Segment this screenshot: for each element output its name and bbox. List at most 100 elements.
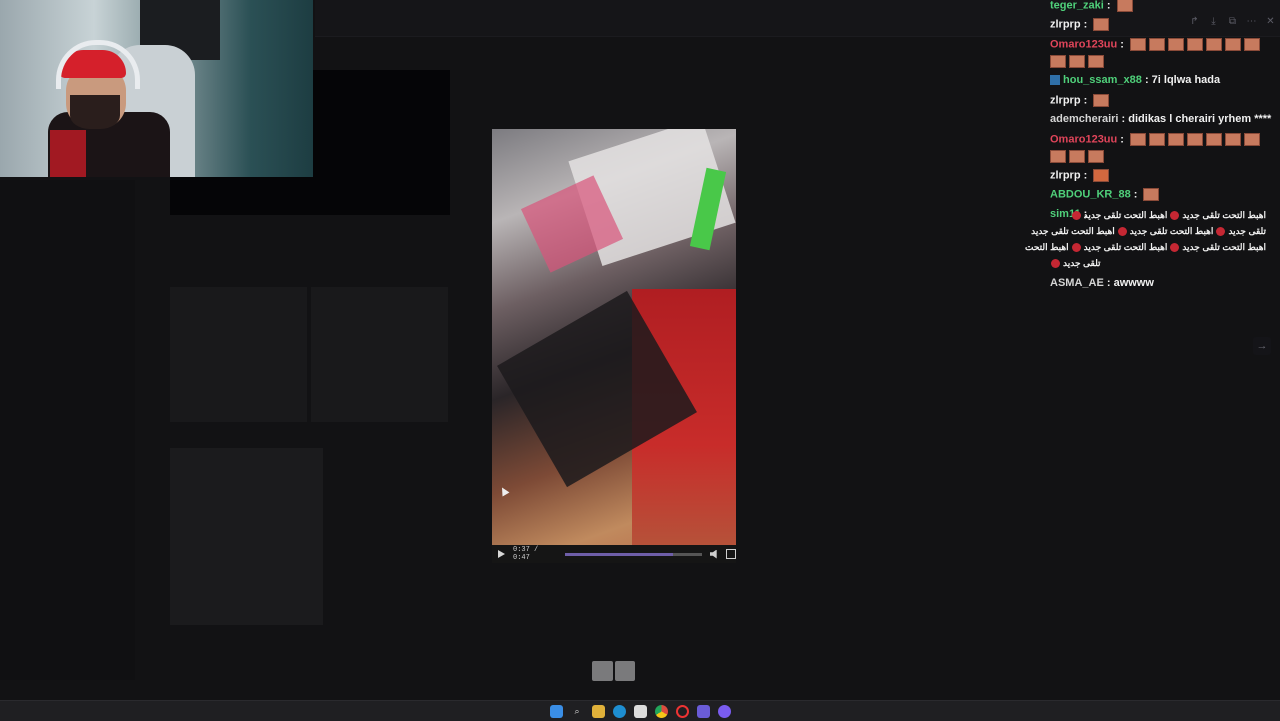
chat-message: ASMA_AE : awwww — [1050, 277, 1154, 289]
emote-icon — [1050, 55, 1066, 68]
rose-icon — [1170, 211, 1180, 221]
chat-message: hou_ssam_x88 : 7i lqlwa hada — [1050, 74, 1220, 86]
rose-icon — [1216, 227, 1226, 237]
chat-username: zlrprp — [1050, 94, 1081, 107]
chat-username: teger_zaki — [1050, 0, 1104, 12]
chat-message: zlrprp : — [1050, 169, 1110, 182]
download-icon[interactable]: ⤓ — [1208, 16, 1219, 27]
volume-icon[interactable] — [709, 549, 717, 559]
play-icon[interactable] — [498, 550, 505, 558]
chat-text: اهبط التحت — [1025, 242, 1069, 252]
rose-icon — [1051, 259, 1060, 269]
chat-text: اهبط التحت تلقى جديد — [1083, 210, 1168, 220]
emote-icon — [1088, 55, 1104, 68]
chat-overlay: teger_zaki : zlrprp : Omaro123uu : hou_s… — [1025, 0, 1280, 300]
emote-icon — [1225, 133, 1242, 146]
emote-icon — [1168, 133, 1185, 146]
media-viewer-toolbar: ↱ ⤓ ⧉ ⋯ ✕ — [1172, 12, 1276, 30]
emote-icon — [1143, 188, 1160, 201]
webcam-overlay — [0, 0, 313, 177]
store-icon[interactable] — [633, 704, 647, 718]
chrome-icon[interactable] — [654, 704, 668, 718]
chat-text: اهبط التحت تلقى جديد — [1083, 242, 1168, 252]
open-external-icon[interactable]: ⧉ — [1227, 16, 1238, 27]
file-explorer-icon[interactable] — [591, 704, 605, 718]
emote-icon — [1093, 94, 1110, 107]
emote-icon — [1050, 150, 1066, 163]
emote-icon — [1149, 133, 1166, 146]
chat-message: zlrprp : — [1050, 18, 1110, 31]
chat-username: zlrprp — [1050, 18, 1081, 31]
chat-text: اهبط التحت تلقى جديد — [1129, 226, 1214, 236]
emote-icon — [1149, 38, 1166, 51]
emote-icon — [1187, 38, 1204, 51]
chat-username: ASMA_AE — [1050, 277, 1104, 289]
chat-text: اهبط التحت تلقى جديد — [1031, 226, 1115, 236]
chat-username: hou_ssam_x88 — [1063, 74, 1142, 86]
discord-icon[interactable] — [696, 704, 710, 718]
opera-icon[interactable] — [675, 704, 689, 718]
chat-message: Omaro123uu : — [1050, 38, 1261, 51]
chat-message-continuation — [1050, 55, 1104, 68]
emote-icon — [1093, 18, 1110, 31]
share-icon[interactable]: ↱ — [1189, 16, 1200, 27]
attachment-thumbnail[interactable] — [614, 661, 635, 681]
background-thumbnail — [170, 287, 307, 422]
attachment-thumbnails[interactable] — [592, 661, 635, 681]
emote-icon — [1093, 169, 1110, 182]
chat-message-continuation — [1050, 150, 1104, 163]
attachment-thumbnail[interactable] — [592, 661, 613, 681]
messenger-icon[interactable] — [717, 704, 731, 718]
chat-text: اهبط التحت تلقى جديد — [1182, 242, 1266, 252]
chat-message: zlrprp : — [1050, 94, 1110, 107]
emote-icon — [1244, 38, 1261, 51]
video-progress-bar[interactable] — [564, 552, 702, 556]
chat-username: ABDOU_KR_88 — [1050, 188, 1131, 201]
chat-rtl-line: تلقى جديد — [1048, 258, 1101, 269]
video-controls: 0:37 / 0:47 — [492, 545, 737, 563]
emote-icon — [1130, 133, 1147, 146]
chat-text: اهبط التحت تلقى جديد — [1182, 210, 1266, 220]
chat-text: didikas l cherairi yrhem **** — [1128, 113, 1272, 125]
chat-text: تلقى جديد — [1228, 226, 1266, 236]
emote-icon — [1206, 133, 1223, 146]
chat-text: awwww — [1113, 277, 1154, 289]
background-thumbnail — [311, 287, 448, 422]
emote-icon — [1206, 38, 1223, 51]
subscriber-badge-icon — [1050, 75, 1060, 86]
emote-icon — [1130, 38, 1147, 51]
chat-message: ABDOU_KR_88 : — [1050, 188, 1160, 201]
emote-icon — [1069, 150, 1085, 163]
next-arrow-icon[interactable]: → — [1253, 337, 1271, 355]
chat-username: Omaro123uu — [1050, 133, 1118, 146]
emote-icon — [1244, 133, 1261, 146]
rose-icon — [1071, 211, 1081, 221]
chat-rtl-line: اهبط التحت تلقى جديد اهبط التحت تلقى جديد — [1069, 210, 1266, 221]
windows-taskbar: ⌕ — [0, 700, 1280, 721]
windows-start-icon[interactable] — [549, 704, 563, 718]
close-icon[interactable]: ✕ — [1265, 16, 1276, 27]
rose-icon — [1170, 243, 1180, 253]
background-sidebar — [0, 180, 135, 680]
chat-text: 7i lqlwa hada — [1151, 74, 1221, 86]
edge-icon[interactable] — [612, 704, 626, 718]
chat-text: تلقى جديد — [1063, 258, 1101, 268]
chat-username: zlrprp — [1050, 169, 1081, 182]
emote-icon — [1225, 38, 1242, 51]
more-options-icon[interactable]: ⋯ — [1246, 16, 1257, 27]
chat-rtl-line: اهبط التحت تلقى جديد اهبط التحت تلقى جديد… — [1025, 242, 1266, 253]
emote-icon — [1116, 0, 1133, 12]
video-frame[interactable] — [492, 129, 736, 563]
chat-message: Omaro123uu : — [1050, 133, 1261, 146]
emote-icon — [1088, 150, 1104, 163]
video-time: 0:37 / 0:47 — [513, 546, 539, 562]
chat-message: teger_zaki : — [1050, 0, 1133, 12]
search-icon[interactable]: ⌕ — [571, 705, 584, 718]
chat-username: Omaro123uu — [1050, 38, 1118, 51]
fullscreen-icon[interactable] — [726, 549, 737, 559]
emote-icon — [1187, 133, 1204, 146]
rose-icon — [1071, 243, 1081, 253]
chat-username: ademcherairi — [1050, 113, 1119, 125]
chat-message: ademcherairi : didikas l cherairi yrhem … — [1050, 113, 1272, 125]
webcam-beard — [70, 95, 120, 129]
